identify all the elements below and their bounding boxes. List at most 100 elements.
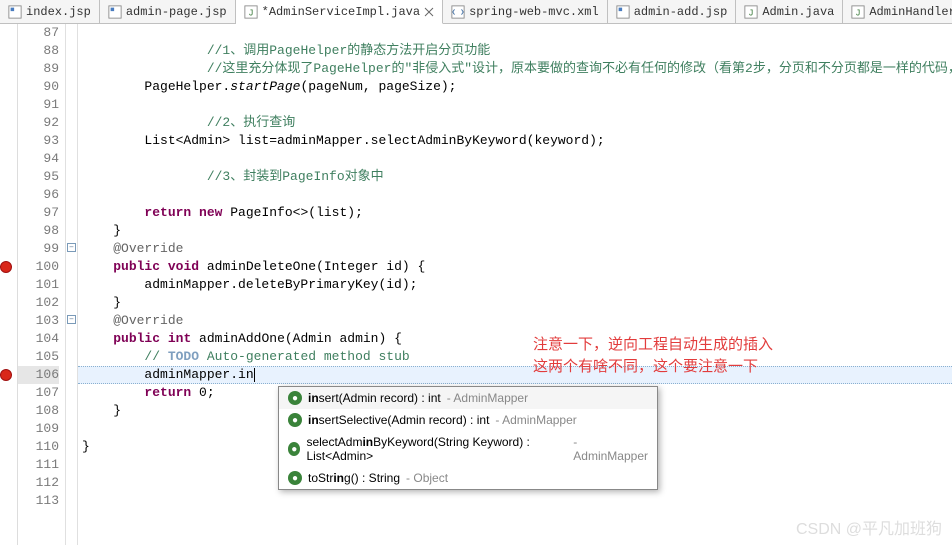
line-number: 106 [18, 366, 59, 384]
code-line: @Override [78, 312, 952, 330]
tab-label: *AdminServiceImpl.java [262, 5, 420, 19]
line-number: 94 [18, 150, 59, 168]
autocomplete-source: - AdminMapper [495, 413, 576, 427]
line-number: 91 [18, 96, 59, 114]
user-annotation: 注意一下，逆向工程自动生成的插入 这两个有啥不同，这个要注意一下 [533, 334, 773, 378]
tab-spring-web-mvc-xml[interactable]: spring-web-mvc.xml [443, 0, 608, 23]
code-line: //2、执行查询 [78, 114, 952, 132]
code-line [78, 150, 952, 168]
line-number-gutter: 87 88 89 90 91 92 93 94 95 96 97 98 99 1… [18, 24, 66, 545]
svg-text:J: J [248, 8, 253, 18]
tab-admin-page-jsp[interactable]: admin-page.jsp [100, 0, 236, 23]
line-number: 92 [18, 114, 59, 132]
java-class-icon: J [744, 5, 758, 19]
line-number: 102 [18, 294, 59, 312]
autocomplete-popup[interactable]: ● insert(Admin record) : int - AdminMapp… [278, 386, 658, 490]
autocomplete-item-selectadminbykeyword[interactable]: ● selectAdminByKeyword(String Keyword) :… [279, 431, 657, 467]
java-class-icon: J [851, 5, 865, 19]
line-number: 101 [18, 276, 59, 294]
code-editor[interactable]: 87 88 89 90 91 92 93 94 95 96 97 98 99 1… [0, 24, 952, 545]
code-line: return new PageInfo<>(list); [78, 204, 952, 222]
code-line: //3、封装到PageInfo对象中 [78, 168, 952, 186]
code-line-current: adminMapper.in [78, 366, 952, 384]
autocomplete-item-insertselective[interactable]: ● insertSelective(Admin record) : int - … [279, 409, 657, 431]
tab-label: admin-page.jsp [126, 5, 227, 19]
code-line: public void adminDeleteOne(Integer id) { [78, 258, 952, 276]
autocomplete-source: - AdminMapper [447, 391, 528, 405]
line-number: 112 [18, 474, 59, 492]
code-line: @Override [78, 240, 952, 258]
fold-marker-icon[interactable]: – [67, 315, 76, 324]
java-class-icon: J [244, 5, 258, 19]
line-number: 99 [18, 240, 59, 258]
code-line [78, 492, 952, 510]
code-line: //这里充分体现了PageHelper的"非侵入式"设计，原本要做的查询不必有任… [78, 60, 952, 78]
line-number: 97 [18, 204, 59, 222]
tab-label: index.jsp [26, 5, 91, 19]
line-number: 113 [18, 492, 59, 510]
line-number: 87 [18, 24, 59, 42]
autocomplete-item-insert[interactable]: ● insert(Admin record) : int - AdminMapp… [279, 387, 657, 409]
method-icon: ● [288, 413, 302, 427]
line-number: 88 [18, 42, 59, 60]
line-number: 104 [18, 330, 59, 348]
text-caret [254, 368, 255, 382]
autocomplete-source: - Object [406, 471, 448, 485]
code-line: public int adminAddOne(Admin admin) { [78, 330, 952, 348]
line-number: 98 [18, 222, 59, 240]
code-line: List<Admin> list=adminMapper.selectAdmin… [78, 132, 952, 150]
jsp-icon [8, 5, 22, 19]
line-number: 109 [18, 420, 59, 438]
autocomplete-text: insertSelective(Admin record) : int [308, 413, 489, 427]
code-line [78, 24, 952, 42]
method-icon: ● [288, 471, 302, 485]
method-icon: ● [288, 391, 302, 405]
code-area[interactable]: //1、调用PageHelper的静态方法开启分页功能 //这里充分体现了Pag… [78, 24, 952, 545]
annotation-ruler [0, 24, 18, 545]
code-line [78, 186, 952, 204]
line-number: 105 [18, 348, 59, 366]
autocomplete-text: toString() : String [308, 471, 400, 485]
line-number: 108 [18, 402, 59, 420]
tab-adminserviceimpl-java[interactable]: J *AdminServiceImpl.java [236, 0, 443, 24]
editor-tabs: index.jsp admin-page.jsp J *AdminService… [0, 0, 952, 24]
svg-text:J: J [856, 8, 861, 18]
code-line [78, 96, 952, 114]
line-number: 107 [18, 384, 59, 402]
code-line: } [78, 294, 952, 312]
line-number: 110 [18, 438, 59, 456]
autocomplete-item-tostring[interactable]: ● toString() : String - Object [279, 467, 657, 489]
line-number: 90 [18, 78, 59, 96]
fold-marker-icon[interactable]: – [67, 243, 76, 252]
code-line: // TODO Auto-generated method stub [78, 348, 952, 366]
method-icon: ● [288, 442, 300, 456]
line-number: 95 [18, 168, 59, 186]
fold-gutter: – – [66, 24, 78, 545]
code-line: PageHelper.startPage(pageNum, pageSize); [78, 78, 952, 96]
tab-label: AdminHandler [869, 5, 952, 19]
code-line: //1、调用PageHelper的静态方法开启分页功能 [78, 42, 952, 60]
tab-adminhandler[interactable]: J AdminHandler [843, 0, 952, 23]
autocomplete-text: insert(Admin record) : int [308, 391, 441, 405]
close-icon[interactable] [424, 7, 434, 17]
svg-text:J: J [749, 8, 754, 18]
xml-icon [451, 5, 465, 19]
tab-label: admin-add.jsp [634, 5, 728, 19]
autocomplete-source: - AdminMapper [573, 435, 648, 463]
line-number: 93 [18, 132, 59, 150]
tab-admin-add-jsp[interactable]: admin-add.jsp [608, 0, 737, 23]
tab-label: spring-web-mvc.xml [469, 5, 599, 19]
line-number: 96 [18, 186, 59, 204]
tab-index-jsp[interactable]: index.jsp [0, 0, 100, 23]
line-number: 111 [18, 456, 59, 474]
tab-label: Admin.java [762, 5, 834, 19]
jsp-icon [616, 5, 630, 19]
tab-admin-java[interactable]: J Admin.java [736, 0, 843, 23]
line-number: 89 [18, 60, 59, 78]
code-line: adminMapper.deleteByPrimaryKey(id); [78, 276, 952, 294]
autocomplete-text: selectAdminByKeyword(String Keyword) : L… [306, 435, 567, 463]
code-line: } [78, 222, 952, 240]
line-number: 100 [18, 258, 59, 276]
watermark: CSDN @平凡加班狗 [796, 515, 942, 539]
jsp-icon [108, 5, 122, 19]
